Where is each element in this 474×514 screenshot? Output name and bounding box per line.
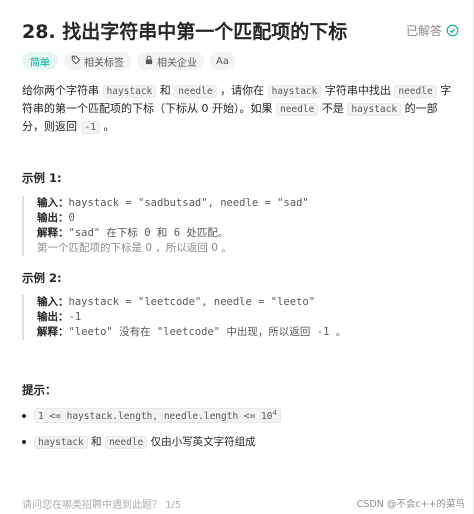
check-circle-icon	[446, 24, 459, 37]
example-2-input: 输入：haystack = "leetcode", needle = "leet…	[37, 295, 458, 310]
constraint-code: 1 <= haystack.length, needle.length <= 1…	[34, 408, 281, 424]
problem-title: 28. 找出字符串中第一个匹配项的下标	[22, 20, 348, 43]
desc-text: 和	[156, 84, 175, 97]
input-value: haystack = "leetcode", needle = "leeto"	[68, 296, 316, 308]
input-value: haystack = "sadbutsad", needle = "sad"	[68, 197, 309, 209]
output-label: 输出：	[37, 311, 69, 323]
problem-panel: 28. 找出字符串中第一个匹配项的下标 已解答 简单 相关标签 相关企业 Aa …	[0, 0, 474, 514]
example-1-output: 输出：0	[37, 211, 458, 226]
title-row: 28. 找出字符串中第一个匹配项的下标 已解答	[22, 16, 459, 44]
desc-text: ，请你在	[216, 84, 268, 97]
tip-text: 和	[87, 436, 105, 448]
desc-text: 。	[99, 120, 115, 133]
constraint-text: 1 <= haystack.length, needle.length <= 1…	[38, 411, 273, 423]
tip-item-1: 1 <= haystack.length, needle.length <= 1…	[22, 408, 281, 424]
bullet	[22, 439, 26, 444]
csdn-watermark: CSDN @不会c++的菜鸟	[356, 499, 465, 510]
desc-text: 字符串中找出	[321, 84, 395, 97]
input-label: 输入：	[37, 197, 69, 209]
tips-heading: 提示：	[22, 383, 57, 397]
problem-description: 给你两个字符串 haystack 和 needle ，请你在 haystack …	[22, 82, 454, 136]
code-neg1: -1	[80, 121, 100, 134]
tip-text: 仅由小写英文字符组成	[147, 436, 256, 448]
output-value: 0	[68, 212, 75, 224]
related-tags-label: 相关标签	[84, 57, 124, 69]
tag-icon	[71, 55, 81, 68]
related-tags-button[interactable]: 相关标签	[64, 52, 131, 70]
tip-2-content: haystack 和 needle 仅由小写英文字符组成	[34, 434, 256, 449]
input-label: 输入：	[37, 296, 69, 308]
solved-status-label: 已解答	[405, 23, 442, 38]
tip-item-2: haystack 和 needle 仅由小写英文字符组成	[22, 434, 256, 449]
survey-prompt[interactable]: 请问您在哪类招聘中遇到此题？ 1/5	[22, 496, 181, 511]
constraint-exponent: 4	[272, 409, 277, 417]
code-needle: needle	[394, 85, 437, 98]
example-1-block: 输入：haystack = "sadbutsad", needle = "sad…	[22, 196, 458, 256]
bullet	[22, 413, 26, 418]
example-1-explanation: 解释："sad" 在下标 0 和 6 处匹配。	[37, 226, 458, 241]
code-needle: needle	[174, 85, 217, 98]
explain-value: "leeto" 没有在 "leetcode" 中出现，所以返回 -1 。	[68, 326, 347, 338]
code-haystack: haystack	[347, 103, 402, 116]
desc-text: 给你两个字符串	[22, 84, 103, 97]
output-label: 输出：	[37, 212, 69, 224]
font-size-button[interactable]: Aa	[210, 52, 235, 70]
code-needle: needle	[276, 103, 319, 116]
code-needle: needle	[104, 436, 148, 449]
example-2-block: 输入：haystack = "leetcode", needle = "leet…	[22, 295, 458, 340]
example-1-input: 输入：haystack = "sadbutsad", needle = "sad…	[37, 196, 458, 211]
explain-label: 解释：	[37, 227, 69, 239]
desc-text: 不是	[318, 102, 348, 115]
output-value: -1	[68, 311, 82, 323]
example-2-heading: 示例 2:	[22, 271, 62, 285]
difficulty-badge[interactable]: 简单	[22, 52, 58, 70]
lock-icon	[144, 55, 154, 68]
example-2-output: 输出：-1	[37, 310, 458, 325]
code-haystack: haystack	[267, 85, 322, 98]
code-haystack: haystack	[102, 85, 157, 98]
example-1-explanation-extra: 第一个匹配项的下标是 0 ，所以返回 0 。	[37, 242, 232, 254]
tag-bar: 简单 相关标签 相关企业 Aa	[22, 52, 235, 70]
code-haystack: haystack	[34, 436, 88, 449]
solved-status: 已解答	[406, 22, 459, 39]
explain-value: "sad" 在下标 0 和 6 处匹配。	[68, 227, 229, 239]
related-companies-button[interactable]: 相关企业	[137, 52, 204, 70]
explain-label: 解释：	[37, 326, 69, 338]
example-2-explanation: 解释："leeto" 没有在 "leetcode" 中出现，所以返回 -1 。	[37, 325, 458, 340]
example-1-heading: 示例 1:	[22, 171, 62, 185]
related-companies-label: 相关企业	[157, 57, 197, 69]
